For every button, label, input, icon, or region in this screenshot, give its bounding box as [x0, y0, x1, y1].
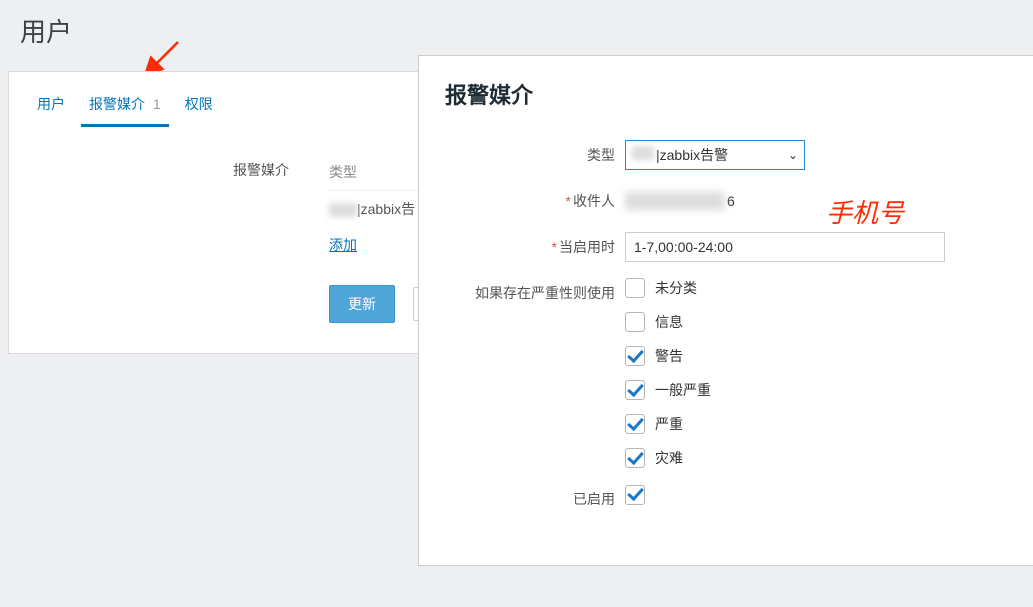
tab-user[interactable]: 用户 [29, 88, 73, 127]
severity-item: 警告 [625, 346, 1011, 366]
type-field-row: 类型 |zabbix告警 ⌄ [445, 140, 1011, 170]
enabled-checkbox[interactable] [625, 485, 645, 505]
add-media-link[interactable]: 添加 [329, 225, 357, 265]
enabled-label: 已启用 [445, 484, 625, 509]
severity-checkbox[interactable] [625, 414, 645, 434]
recipient-blurred [625, 192, 725, 210]
severity-list: 未分类信息警告一般严重严重灾难 [625, 278, 1011, 468]
recipient-field-row: *收件人 6 [445, 186, 1011, 216]
tab-media[interactable]: 报警媒介 1 [81, 88, 169, 127]
severity-item: 一般严重 [625, 380, 1011, 400]
when-input[interactable] [625, 232, 945, 262]
severity-checkbox[interactable] [625, 346, 645, 366]
when-field-row: *当启用时 [445, 232, 1011, 262]
severity-item: 严重 [625, 414, 1011, 434]
severity-item: 未分类 [625, 278, 1011, 298]
severity-item: 灾难 [625, 448, 1011, 468]
severity-label-text: 信息 [655, 312, 683, 332]
type-select-value: |zabbix告警 [656, 147, 728, 163]
type-select[interactable]: |zabbix告警 ⌄ [625, 140, 805, 170]
recipient-value[interactable]: 6 [625, 186, 735, 216]
media-section-label: 报警媒介 [109, 160, 289, 180]
severity-checkbox[interactable] [625, 312, 645, 332]
severity-checkbox[interactable] [625, 448, 645, 468]
type-value-blurred-prefix [632, 146, 654, 160]
severity-field-row: 如果存在严重性则使用 未分类信息警告一般严重严重灾难 [445, 278, 1011, 468]
severity-checkbox[interactable] [625, 380, 645, 400]
chevron-down-icon: ⌄ [788, 148, 798, 162]
when-label: *当启用时 [445, 232, 625, 257]
severity-label-text: 严重 [655, 414, 683, 434]
severity-label: 如果存在严重性则使用 [445, 278, 625, 303]
recipient-suffix: 6 [727, 193, 735, 209]
media-row-text: |zabbix告 [357, 201, 415, 217]
severity-label-text: 一般严重 [655, 380, 711, 400]
severity-label-text: 灾难 [655, 448, 683, 468]
severity-label-text: 警告 [655, 346, 683, 366]
tab-media-label: 报警媒介 [89, 96, 145, 112]
tab-permissions[interactable]: 权限 [177, 88, 221, 127]
dialog-title: 报警媒介 [445, 78, 1011, 110]
type-label: 类型 [445, 140, 625, 165]
recipient-label: *收件人 [445, 186, 625, 211]
tab-media-count: 1 [153, 96, 161, 112]
media-dialog: 报警媒介 类型 |zabbix告警 ⌄ *收件人 6 *当启用时 如果存在严重性… [418, 55, 1033, 566]
media-row-blurred-prefix [329, 203, 357, 217]
enabled-field-row: 已启用 [445, 484, 1011, 509]
page-title: 用户 [0, 0, 1033, 57]
severity-item: 信息 [625, 312, 1011, 332]
severity-checkbox[interactable] [625, 278, 645, 298]
severity-label-text: 未分类 [655, 278, 697, 298]
update-button[interactable]: 更新 [329, 285, 395, 323]
